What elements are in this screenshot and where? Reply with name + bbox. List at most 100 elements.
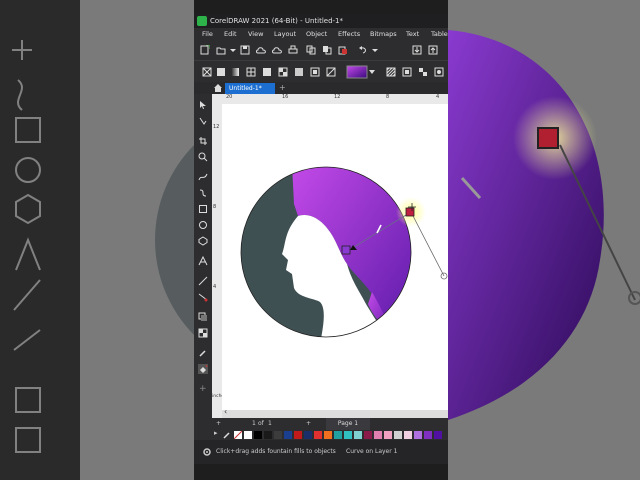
texture-fill-icon[interactable] [294, 67, 304, 77]
fountain-fill-icon[interactable] [230, 67, 240, 77]
coreldraw-logo-icon [197, 16, 207, 26]
palette-swatch[interactable] [314, 431, 322, 439]
artistic-media-tool-icon[interactable] [198, 188, 208, 198]
palette-swatch[interactable] [374, 431, 382, 439]
scroll-left-icon[interactable]: ‹ [224, 407, 227, 416]
shape-tool-icon[interactable] [198, 116, 208, 126]
pick-tool-icon[interactable] [198, 100, 208, 110]
polygon-tool-icon[interactable] [198, 236, 208, 246]
add-page-after-icon[interactable]: + [306, 418, 311, 430]
connector-tool-icon[interactable] [198, 292, 208, 302]
fountain-fill-width-vector[interactable] [410, 211, 445, 277]
import-icon[interactable] [412, 45, 422, 55]
palette-swatch[interactable] [394, 431, 402, 439]
artwork[interactable] [222, 104, 448, 410]
ruler-h-tick-2: 16 [282, 94, 289, 100]
ruler-v-tick-1: 12 [213, 124, 220, 130]
palette-swatch[interactable] [434, 431, 442, 439]
rectangle-tool-icon[interactable] [198, 204, 208, 214]
eyedropper-palette-icon[interactable] [222, 430, 232, 440]
parallel-dimension-tool-icon[interactable] [198, 276, 208, 286]
vector-pattern-fill-icon[interactable] [246, 67, 256, 77]
eyedropper-tool-icon[interactable] [198, 348, 208, 358]
palette-swatch[interactable] [344, 431, 352, 439]
palette-swatch[interactable] [384, 431, 392, 439]
palette-swatch[interactable] [244, 431, 252, 439]
pattern-fill-a-icon[interactable] [386, 67, 396, 77]
menu-edit[interactable]: Edit [224, 28, 237, 40]
home-icon[interactable] [213, 83, 223, 93]
undo-icon[interactable] [358, 45, 368, 55]
transparency-tool-icon[interactable] [198, 328, 208, 338]
open-folder-icon[interactable] [216, 45, 226, 55]
no-color-swatch-icon[interactable] [234, 431, 242, 439]
crop-tool-icon[interactable] [198, 136, 208, 146]
ellipse-tool-icon[interactable] [198, 220, 208, 230]
save-icon[interactable] [240, 45, 250, 55]
pattern-fill-b-icon[interactable] [402, 67, 412, 77]
palette-swatch[interactable] [274, 431, 282, 439]
palette-swatch[interactable] [354, 431, 362, 439]
toolbox: + [194, 94, 212, 424]
no-fill-alt-icon[interactable] [326, 67, 336, 77]
customize-toolbox-icon[interactable]: + [199, 384, 207, 394]
cut-icon[interactable] [306, 45, 316, 55]
interactive-fill-tool-icon[interactable] [198, 364, 208, 374]
palette-swatch[interactable] [264, 431, 272, 439]
paste-icon[interactable] [338, 45, 348, 55]
window-title: CorelDRAW 2021 (64-Bit) - Untitled-1* [210, 17, 343, 25]
no-fill-icon[interactable] [202, 67, 212, 77]
cloud-download-icon[interactable] [272, 45, 282, 55]
menu-file[interactable]: File [202, 28, 213, 40]
palette-scroll-left-icon[interactable]: ▸ [214, 429, 218, 437]
palette-swatch[interactable] [364, 431, 372, 439]
drop-shadow-tool-icon[interactable] [198, 312, 208, 322]
palette-swatch[interactable] [334, 431, 342, 439]
bitmap-pattern-fill-icon[interactable] [262, 67, 272, 77]
menu-text[interactable]: Text [406, 28, 419, 40]
horizontal-scrollbar[interactable]: ‹ [222, 407, 448, 418]
menu-layout[interactable]: Layout [274, 28, 296, 40]
menu-object[interactable]: Object [306, 28, 327, 40]
menu-table[interactable]: Table [431, 28, 448, 40]
two-color-pattern-fill-icon[interactable] [278, 67, 288, 77]
cloud-upload-icon[interactable] [256, 45, 266, 55]
tab-untitled-1[interactable]: Untitled-1* [225, 83, 275, 94]
total-pages: 1 [268, 420, 272, 427]
drawing-canvas[interactable] [222, 104, 448, 410]
print-icon[interactable] [288, 45, 298, 55]
palette-swatch[interactable] [254, 431, 262, 439]
palette-swatch[interactable] [294, 431, 302, 439]
pattern-fill-d-icon[interactable] [434, 67, 444, 77]
menu-bitmaps[interactable]: Bitmaps [370, 28, 397, 40]
text-tool-icon[interactable] [198, 256, 208, 266]
uniform-fill-icon[interactable] [216, 67, 226, 77]
export-icon[interactable] [428, 45, 438, 55]
color-palette: ▸ [212, 429, 448, 440]
menu-effects[interactable]: Effects [338, 28, 360, 40]
fill-start-node[interactable] [341, 245, 351, 255]
menu-view[interactable]: View [248, 28, 263, 40]
dropdown-arrow-icon[interactable] [228, 45, 238, 55]
palette-swatch[interactable] [284, 431, 292, 439]
fill-picker-swatch[interactable] [346, 65, 376, 79]
copy-icon[interactable] [322, 45, 332, 55]
zoom-tool-icon[interactable] [198, 152, 208, 162]
new-tab-icon[interactable]: + [279, 82, 286, 94]
palette-swatch[interactable] [414, 431, 422, 439]
ruler-v-tick-2: 8 [213, 204, 217, 210]
pattern-fill-c-icon[interactable] [418, 67, 428, 77]
fill-end-node[interactable] [405, 207, 415, 217]
postscript-fill-icon[interactable] [310, 67, 320, 77]
new-document-icon[interactable] [200, 45, 210, 55]
palette-swatch[interactable] [424, 431, 432, 439]
settings-gear-icon[interactable] [202, 447, 212, 457]
palette-swatch[interactable] [304, 431, 312, 439]
undo-dropdown-icon[interactable] [370, 45, 380, 55]
palette-swatch[interactable] [404, 431, 412, 439]
palette-swatch[interactable] [324, 431, 332, 439]
page-tab-1[interactable]: Page 1 [326, 418, 370, 430]
ruler-h-tick-1: 20 [226, 94, 233, 100]
freehand-tool-icon[interactable] [198, 172, 208, 182]
current-page-number[interactable]: 1 [252, 418, 256, 430]
